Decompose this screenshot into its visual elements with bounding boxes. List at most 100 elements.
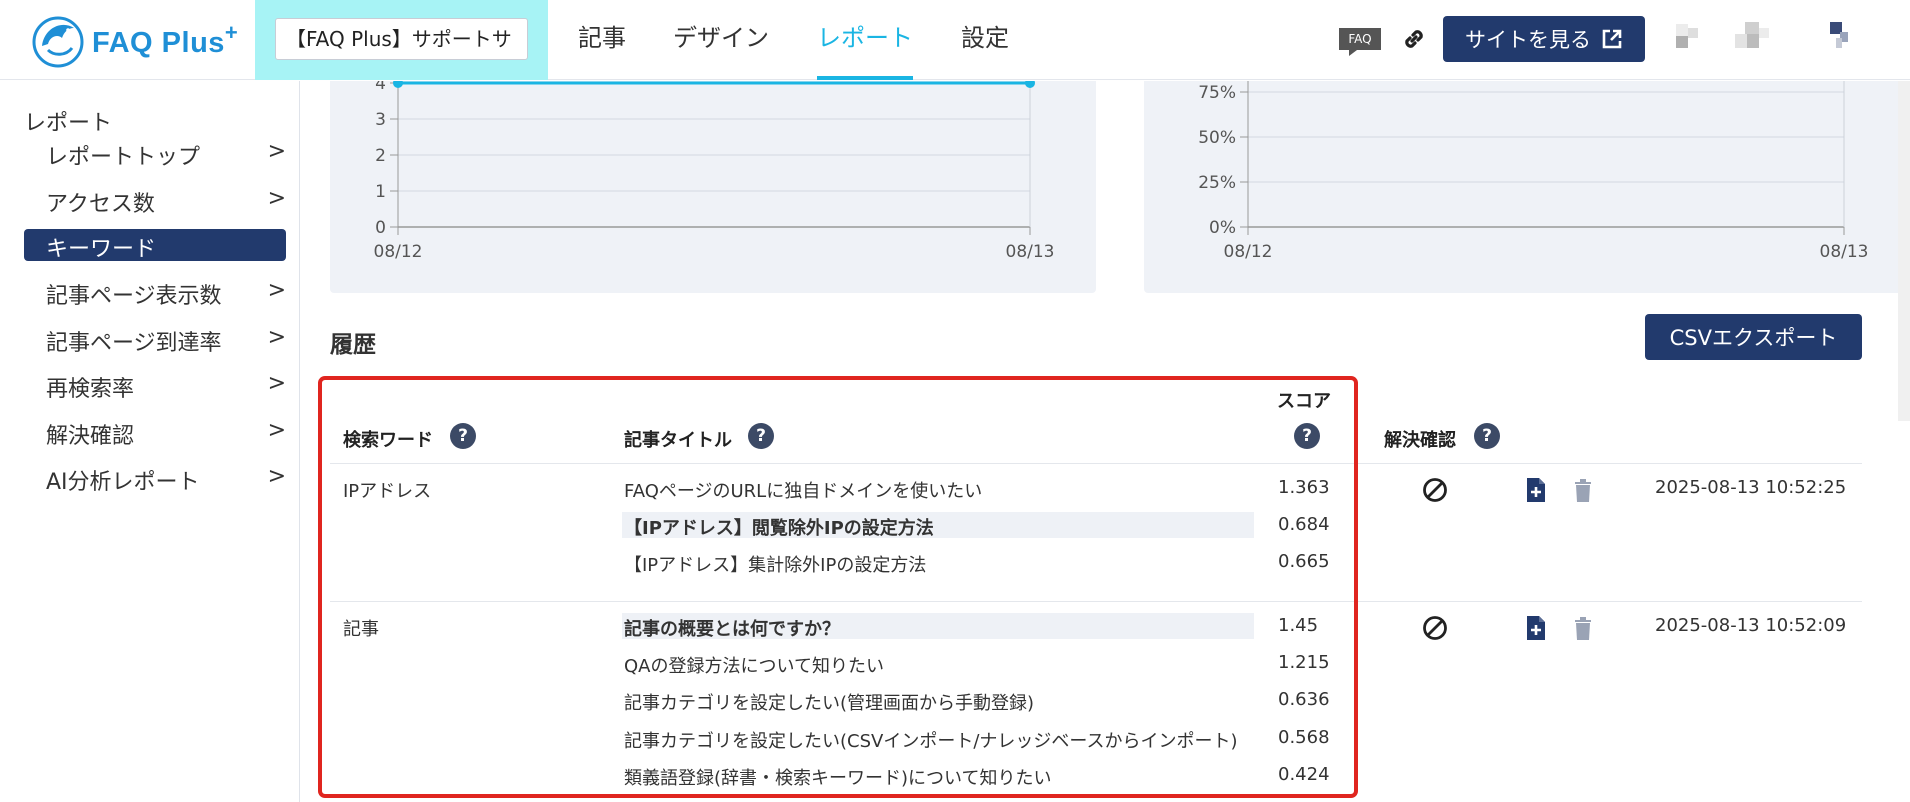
sidebar-item-research-rate[interactable]: 再検索率 >	[24, 369, 286, 402]
faq-badge-icon[interactable]: FAQ	[1337, 26, 1383, 58]
x-tick-label: 08/12	[374, 242, 423, 262]
article-title-link[interactable]: 記事カテゴリを設定したい(管理画面から手動登録)	[624, 689, 1034, 715]
timestamp: 2025-08-13 10:52:25	[1655, 477, 1847, 498]
sidebar-item-access[interactable]: アクセス数 >	[24, 184, 286, 217]
chevron-right-icon: >	[267, 371, 286, 396]
score-value: 0.568	[1278, 727, 1330, 748]
score-value: 1.363	[1278, 477, 1330, 498]
trash-icon[interactable]	[1569, 614, 1597, 642]
scrollbar[interactable]	[1898, 81, 1910, 421]
y-tick-label: 50%	[1198, 128, 1236, 148]
search-keyword: IPアドレス	[343, 481, 432, 502]
sidebar-item-label: 解決確認	[46, 424, 135, 449]
article-title-link[interactable]: 【IPアドレス】閲覧除外IPの設定方法	[624, 514, 934, 540]
column-header-article-title: 記事タイトル	[624, 430, 732, 451]
keyword-rate-chart: 0% 25% 50% 75% 08/12 08/13	[1144, 81, 1910, 293]
y-tick-label: 75%	[1198, 83, 1236, 103]
csv-export-button[interactable]: CSVエクスポート	[1645, 314, 1862, 360]
tab-settings[interactable]: 設定	[961, 0, 1009, 80]
site-selector[interactable]: 【FAQ Plus】サポートサ	[275, 18, 528, 60]
view-site-button[interactable]: サイトを見る	[1443, 16, 1645, 62]
chevron-right-icon: >	[267, 464, 286, 489]
sidebar-item-ai-report[interactable]: AI分析レポート >	[24, 462, 286, 495]
help-icon[interactable]: ?	[1474, 423, 1500, 449]
chevron-right-icon: >	[267, 278, 286, 303]
link-icon[interactable]	[1399, 24, 1429, 54]
help-icon[interactable]: ?	[748, 423, 774, 449]
sidebar: レポート レポートトップ > アクセス数 > キーワード 記事ページ表示数 > …	[0, 81, 300, 802]
tab-report[interactable]: レポート	[817, 0, 913, 80]
search-keyword: 記事	[343, 619, 379, 640]
timestamp: 2025-08-13 10:52:09	[1655, 615, 1847, 636]
y-tick-label: 0	[375, 218, 386, 238]
y-tick-label: 2	[375, 146, 386, 166]
y-tick-label: 25%	[1198, 173, 1236, 193]
score-value: 0.636	[1278, 689, 1330, 710]
column-header-resolution: 解決確認	[1384, 430, 1456, 451]
score-value: 0.684	[1278, 514, 1330, 535]
sidebar-item-report-top[interactable]: レポートトップ >	[24, 137, 286, 170]
column-header-keyword: 検索ワード	[343, 430, 433, 451]
y-tick-label: 4	[375, 81, 386, 94]
article-title-link[interactable]: QAの登録方法について知りたい	[624, 652, 884, 678]
score-value: 1.45	[1278, 615, 1319, 636]
sidebar-item-article-views[interactable]: 記事ページ表示数 >	[24, 276, 286, 309]
sidebar-item-keyword[interactable]: キーワード	[24, 229, 286, 262]
faq-plus-logo[interactable]: FAQ Plus+	[28, 10, 238, 70]
x-tick-label: 08/12	[1224, 242, 1273, 262]
top-header: FAQ Plus+ 【FAQ Plus】サポートサ 記事 デザイン レポート 設…	[0, 0, 1910, 80]
table-divider	[330, 463, 1862, 464]
add-article-icon[interactable]	[1522, 614, 1550, 642]
add-article-icon[interactable]	[1522, 476, 1550, 504]
chevron-right-icon: >	[267, 139, 286, 164]
chevron-right-icon: >	[267, 186, 286, 211]
score-value: 0.665	[1278, 551, 1330, 572]
tab-design[interactable]: デザイン	[673, 0, 769, 80]
external-link-icon	[1602, 29, 1622, 49]
tab-articles[interactable]: 記事	[578, 0, 626, 80]
sidebar-item-label: 記事ページ表示数	[46, 284, 222, 309]
sidebar-item-label: AI分析レポート	[46, 470, 200, 495]
sidebar-item-label: アクセス数	[46, 192, 155, 217]
y-tick-label: 1	[375, 182, 386, 202]
logo-text: FAQ Plus	[92, 27, 225, 59]
score-value: 1.215	[1278, 652, 1330, 673]
keyword-rate-chart-svg: 0% 25% 50% 75% 08/12 08/13	[1198, 81, 1869, 262]
blurred-avatar[interactable]	[1830, 22, 1848, 48]
article-title-link[interactable]: 【IPアドレス】集計除外IPの設定方法	[624, 551, 926, 577]
y-tick-label: 3	[375, 110, 386, 130]
table-divider	[330, 601, 1862, 602]
data-point	[1025, 81, 1035, 88]
column-header-score: スコア	[1277, 391, 1331, 412]
trash-icon[interactable]	[1569, 476, 1597, 504]
x-tick-label: 08/13	[1006, 242, 1055, 262]
data-point	[393, 81, 403, 88]
chevron-right-icon: >	[267, 325, 286, 350]
x-tick-label: 08/13	[1820, 242, 1869, 262]
sidebar-item-label: レポートトップ	[46, 145, 201, 170]
blurred-icon	[1676, 24, 1698, 48]
article-title-link[interactable]: 類義語登録(辞書・検索キーワード)について知りたい	[624, 764, 1052, 790]
sidebar-item-label: 再検索率	[46, 377, 135, 402]
sidebar-item-label: 記事ページ到達率	[46, 331, 222, 356]
unresolved-icon	[1423, 616, 1447, 640]
chevron-right-icon: >	[267, 418, 286, 443]
article-title-link[interactable]: 記事カテゴリを設定したい(CSVインポート/ナレッジベースからインポート)	[624, 727, 1238, 753]
unresolved-icon	[1423, 478, 1447, 502]
history-title: 履歴	[330, 332, 376, 358]
logo-plus: +	[224, 20, 239, 45]
site-selector-area: 【FAQ Plus】サポートサ	[255, 0, 548, 80]
article-title-link[interactable]: 記事の概要とは何ですか？	[624, 615, 840, 641]
y-tick-label: 0%	[1209, 218, 1236, 238]
help-icon[interactable]: ?	[450, 423, 476, 449]
article-title-link[interactable]: FAQページのURLに独自ドメインを使いたい	[624, 477, 982, 503]
sidebar-title: レポート	[24, 111, 113, 136]
score-value: 0.424	[1278, 764, 1330, 785]
keyword-count-chart-svg: 0 1 2 3 4 08/12 08/13	[374, 81, 1055, 262]
sidebar-item-resolution[interactable]: 解決確認 >	[24, 416, 286, 449]
sidebar-item-article-reach[interactable]: 記事ページ到達率 >	[24, 323, 286, 356]
blurred-icon	[1735, 22, 1769, 48]
keyword-count-chart: 0 1 2 3 4 08/12 08/13	[330, 81, 1096, 293]
dolphin-logo-icon	[32, 16, 84, 68]
help-icon[interactable]: ?	[1294, 423, 1320, 449]
